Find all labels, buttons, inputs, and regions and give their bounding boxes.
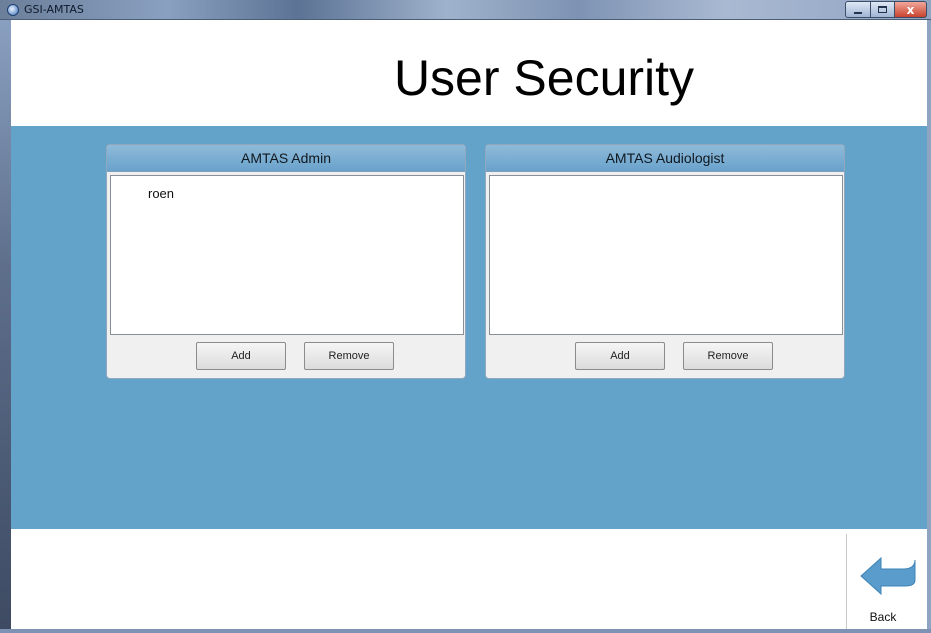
- audiologist-remove-button[interactable]: Remove: [683, 342, 773, 370]
- admin-remove-button[interactable]: Remove: [304, 342, 394, 370]
- window-frame-bottom: [0, 629, 931, 633]
- minimize-button[interactable]: [845, 1, 871, 18]
- back-arrow-icon: [860, 556, 916, 596]
- group-amtas-audiologist: AMTAS Audiologist Add Remove: [485, 144, 845, 379]
- close-button[interactable]: x: [894, 1, 927, 18]
- audiologist-user-list[interactable]: [489, 175, 843, 335]
- maximize-button[interactable]: [870, 1, 895, 18]
- admin-user-list[interactable]: roen: [110, 175, 464, 335]
- close-icon: x: [906, 2, 915, 17]
- back-label: Back: [869, 610, 897, 624]
- app-icon[interactable]: [7, 4, 19, 16]
- title-bar[interactable]: GSI-AMTAS x: [0, 0, 931, 20]
- list-item[interactable]: roen: [148, 186, 174, 201]
- group-amtas-admin: AMTAS Admin roen Add Remove: [106, 144, 466, 379]
- minimize-icon: [854, 11, 862, 14]
- admin-add-button[interactable]: Add: [196, 342, 286, 370]
- window-frame-right: [927, 20, 931, 633]
- client-area: User Security AMTAS Admin roen Add Remov…: [11, 20, 927, 629]
- content-band: AMTAS Admin roen Add Remove AMTAS Audiol…: [11, 126, 927, 529]
- window-frame-left: [0, 20, 11, 633]
- window-title: GSI-AMTAS: [24, 3, 84, 16]
- back-button[interactable]: Back: [847, 550, 925, 628]
- group-header: AMTAS Audiologist: [486, 145, 844, 172]
- audiologist-add-button[interactable]: Add: [575, 342, 665, 370]
- maximize-icon: [878, 6, 887, 13]
- group-header: AMTAS Admin: [107, 145, 465, 172]
- app-window: GSI-AMTAS x User Security AMTAS Admin ro…: [0, 0, 931, 633]
- page-title: User Security: [393, 50, 695, 106]
